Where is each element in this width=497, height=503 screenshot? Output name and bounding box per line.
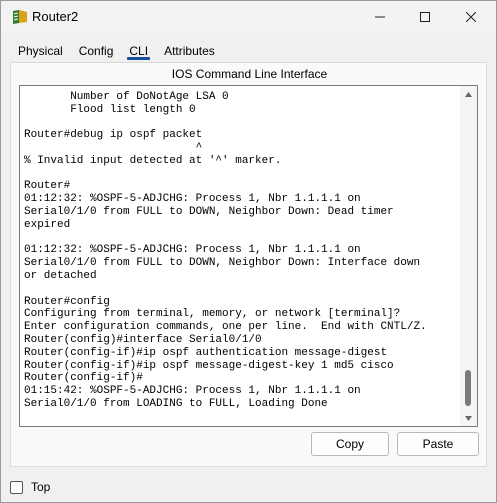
console-line: Router(config-if)#ip ospf message-digest…	[24, 359, 394, 372]
console-line: or detached	[24, 269, 97, 282]
scroll-thumb[interactable]	[465, 370, 471, 406]
console-line: Router(config)#interface Serial0/1/0	[24, 333, 262, 346]
tab-physical[interactable]: Physical	[10, 39, 71, 63]
console-line: Router(config-if)#	[24, 372, 143, 385]
console-line: Configuring from terminal, memory, or ne…	[24, 308, 401, 321]
console-line: Router#debug ip ospf packet	[24, 129, 203, 142]
footer: Top	[10, 478, 50, 496]
maximize-icon	[420, 12, 430, 22]
tab-attributes[interactable]: Attributes	[156, 39, 223, 63]
router2-window: Router2 Physical Config CLI Attributes I…	[0, 0, 497, 503]
console-output[interactable]: Number of Indication LSA 0 Number of DoN…	[24, 86, 454, 411]
console-line: 01:15:42: %OSPF-5-ADJCHG: Process 1, Nbr…	[24, 385, 361, 398]
maximize-button[interactable]	[402, 1, 448, 33]
console-line: ^	[24, 141, 203, 154]
console-line: % Invalid input detected at '^' marker.	[24, 154, 282, 167]
minimize-button[interactable]	[357, 1, 403, 33]
close-icon	[466, 12, 476, 22]
top-checkbox[interactable]	[10, 480, 23, 494]
console-scrollbar[interactable]	[460, 86, 477, 426]
scroll-down-arrow-icon[interactable]	[460, 412, 477, 424]
panel-title: IOS Command Line Interface	[171, 67, 328, 81]
title-bar: Router2	[1, 1, 496, 33]
console-line: Number of DoNotAge LSA 0	[24, 90, 229, 103]
top-label: Top	[31, 480, 51, 494]
cli-panel: IOS Command Line Interface Number of Ind…	[10, 63, 487, 467]
tab-bar: Physical Config CLI Attributes	[10, 39, 223, 63]
console-line: Router#config	[24, 295, 110, 308]
router-app-icon	[11, 9, 29, 25]
console-line: Router#	[24, 180, 71, 193]
tab-config[interactable]: Config	[71, 39, 122, 63]
copy-button[interactable]: Copy	[311, 432, 389, 456]
paste-button[interactable]: Paste	[397, 432, 479, 456]
window-title: Router2	[32, 9, 79, 24]
console-line: Router(config-if)#ip ospf authentication…	[24, 346, 388, 359]
console-line: 01:12:32: %OSPF-5-ADJCHG: Process 1, Nbr…	[24, 193, 361, 206]
tab-cli[interactable]: CLI	[121, 39, 156, 63]
console-line: Serial0/1/0 from FULL to DOWN, Neighbor …	[24, 205, 394, 218]
cli-console[interactable]: Number of Indication LSA 0 Number of DoN…	[19, 85, 478, 427]
close-button[interactable]	[448, 1, 494, 33]
console-line: expired	[24, 218, 71, 231]
console-line: Enter configuration commands, one per li…	[24, 321, 427, 334]
console-line: Serial0/1/0 from FULL to DOWN, Neighbor …	[24, 257, 421, 270]
console-line: Serial0/1/0 from LOADING to FULL, Loadin…	[24, 397, 328, 410]
scroll-up-arrow-icon[interactable]	[460, 88, 477, 100]
console-line: Flood list length 0	[24, 103, 196, 116]
console-line: 01:12:32: %OSPF-5-ADJCHG: Process 1, Nbr…	[24, 244, 361, 257]
minimize-icon	[375, 16, 385, 18]
